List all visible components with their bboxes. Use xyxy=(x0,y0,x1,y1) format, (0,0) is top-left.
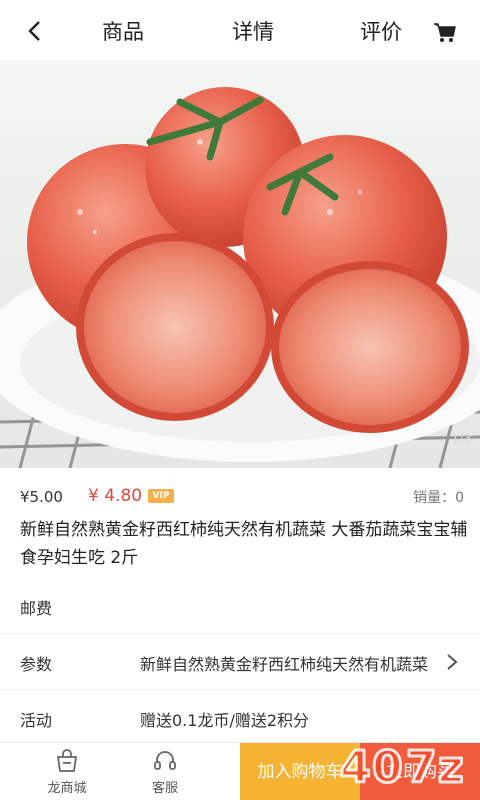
bottom-action-bar: 龙商城 客服 加入购物车 立即购买 xyxy=(0,742,480,800)
chevron-right-icon xyxy=(446,653,458,671)
back-arrow-icon[interactable] xyxy=(20,17,48,45)
promotion-row: 活动 赠送0.1龙币/赠送2积分 xyxy=(0,690,480,746)
product-title: 新鲜自然熟黄金籽西红柿纯天然有机蔬菜 大番茄蔬菜宝宝辅食孕妇生吃 2斤 xyxy=(20,520,468,568)
shopping-cart-icon[interactable] xyxy=(432,19,458,45)
parameters-value: 新鲜自然熟黄金籽西红柿纯天然有机蔬菜 xyxy=(140,655,429,674)
shop-home-label: 龙商城 xyxy=(47,781,87,796)
customer-service-label: 客服 xyxy=(151,781,178,796)
product-image-carousel[interactable] xyxy=(0,62,480,468)
shipping-label: 邮费 xyxy=(20,599,53,618)
parameters-label: 参数 xyxy=(20,655,53,674)
buy-now-button[interactable]: 立即购买 xyxy=(360,743,480,800)
tab-product[interactable]: 商品 xyxy=(102,16,144,46)
shop-home-button[interactable]: 龙商城 xyxy=(32,749,102,796)
top-navigation-bar: 商品 详情 评价 xyxy=(0,0,480,62)
tab-reviews[interactable]: 评价 xyxy=(360,16,402,46)
tomato-photo xyxy=(0,62,480,468)
sales-count: 销量：0 xyxy=(413,490,464,506)
vip-badge: VIP xyxy=(148,489,174,503)
shop-bag-icon xyxy=(54,749,80,773)
tab-details[interactable]: 详情 xyxy=(232,16,274,46)
promotion-value: 赠送0.1龙币/赠送2积分 xyxy=(140,711,310,730)
carousel-pager: 1/3 xyxy=(451,432,472,447)
add-to-cart-button[interactable]: 加入购物车 xyxy=(240,743,360,800)
shipping-row: 邮费 xyxy=(0,578,480,634)
product-info: ¥5.00 ¥ 4.80 VIP 销量：0 新鲜自然熟黄金籽西红柿纯天然有机蔬菜… xyxy=(0,468,480,578)
customer-service-button[interactable]: 客服 xyxy=(130,749,200,796)
product-detail-rows: 邮费 参数 新鲜自然熟黄金籽西红柿纯天然有机蔬菜 活动 赠送0.1龙币/赠送2积… xyxy=(0,578,480,746)
promotion-label: 活动 xyxy=(20,711,53,730)
parameters-row[interactable]: 参数 新鲜自然熟黄金籽西红柿纯天然有机蔬菜 xyxy=(0,634,480,690)
headset-icon xyxy=(152,749,178,773)
vip-price: ¥ 4.80 xyxy=(88,486,143,506)
original-price: ¥5.00 xyxy=(20,488,63,506)
